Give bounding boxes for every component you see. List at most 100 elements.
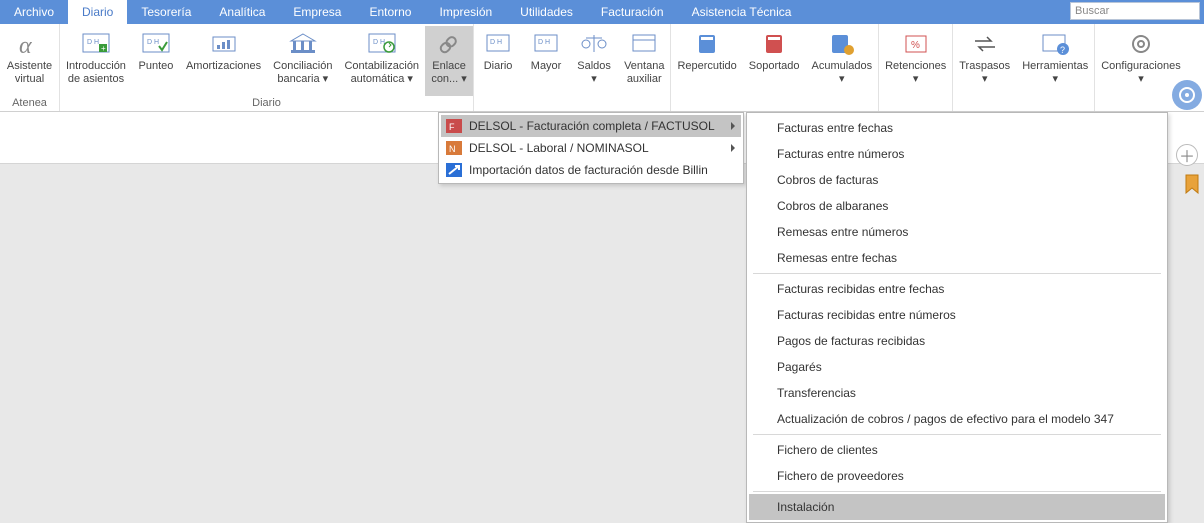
svg-text:D H: D H (490, 39, 502, 46)
submenu-item-label: Actualización de cobros / pagos de efect… (777, 412, 1114, 426)
svg-text:?: ? (1060, 45, 1065, 55)
billin-icon (445, 162, 463, 178)
group-diario-label: Diario (60, 96, 473, 111)
menu-billin[interactable]: Importación datos de facturación desde B… (441, 159, 741, 181)
tab-empresa[interactable]: Empresa (279, 0, 355, 24)
introduccion-asientos-button[interactable]: D H+ Introducción de asientos (60, 26, 132, 96)
submenu-item[interactable]: Facturas recibidas entre números (749, 302, 1165, 328)
ventana-label: Ventana auxiliar (624, 60, 664, 86)
search-input[interactable]: Buscar (1070, 2, 1200, 20)
tab-tesoreria[interactable]: Tesorería (127, 0, 205, 24)
tab-asistencia[interactable]: Asistencia Técnica (678, 0, 806, 24)
conciliacion-bancaria-button[interactable]: Conciliación bancaria ▾ (267, 26, 338, 96)
link-icon (433, 29, 465, 59)
chevron-right-icon (731, 144, 735, 152)
submenu-item[interactable]: Fichero de clientes (749, 437, 1165, 463)
submenu-item-label: Facturas recibidas entre fechas (777, 282, 944, 296)
menu-nominasol-label: DELSOL - Laboral / NOMINASOL (469, 141, 649, 155)
ribbon: α Asistente virtual Atenea D H+ Introduc… (0, 24, 1204, 112)
tab-facturacion[interactable]: Facturación (587, 0, 678, 24)
submenu-item-label: Remesas entre fechas (777, 251, 897, 265)
diario-label: Diario (484, 60, 513, 73)
submenu-item[interactable]: Pagarés (749, 354, 1165, 380)
bookmark-icon[interactable] (1184, 174, 1200, 197)
submenu-item[interactable]: Actualización de cobros / pagos de efect… (749, 406, 1165, 432)
book-gear-icon (826, 29, 858, 59)
svg-text:D H: D H (538, 39, 550, 46)
submenu-item-label: Transferencias (777, 386, 856, 400)
add-tab-button[interactable]: ＋ (1176, 144, 1198, 166)
submenu-item-label: Facturas entre números (777, 147, 904, 161)
submenu-item-label: Pagos de facturas recibidas (777, 334, 925, 348)
acumulados-button[interactable]: Acumulados ▾ (806, 26, 879, 96)
svg-text:N: N (449, 144, 456, 154)
assistant-bubble-icon[interactable] (1172, 80, 1202, 110)
submenu-item[interactable]: Remesas entre fechas (749, 245, 1165, 271)
soportado-button[interactable]: Soportado (743, 26, 806, 96)
group-atenea-label: Atenea (0, 96, 59, 111)
amortizaciones-label: Amortizaciones (186, 60, 261, 73)
transfer-icon (969, 29, 1001, 59)
submenu-item-label: Cobros de albaranes (777, 199, 888, 213)
submenu-item[interactable]: Facturas recibidas entre fechas (749, 276, 1165, 302)
group-iva-label (671, 96, 878, 111)
configuraciones-label: Configuraciones ▾ (1101, 60, 1181, 86)
repercutido-label: Repercutido (677, 60, 736, 73)
journal-refresh-icon: D H (366, 29, 398, 59)
journal-help-icon: ? (1039, 29, 1071, 59)
punteo-button[interactable]: D H Punteo (132, 26, 180, 96)
asistente-virtual-button[interactable]: α Asistente virtual (1, 26, 58, 96)
submenu-item[interactable]: Facturas entre números (749, 141, 1165, 167)
enlace-label: Enlace con... ▾ (431, 60, 466, 86)
retenciones-button[interactable]: % Retenciones ▾ (879, 26, 952, 96)
submenu-item[interactable]: Fichero de proveedores (749, 463, 1165, 489)
submenu-item[interactable]: Cobros de albaranes (749, 193, 1165, 219)
amortizaciones-button[interactable]: Amortizaciones (180, 26, 267, 96)
tab-entorno[interactable]: Entorno (355, 0, 425, 24)
mayor-button[interactable]: D H Mayor (522, 26, 570, 96)
diario-button[interactable]: D H Diario (474, 26, 522, 96)
submenu-item[interactable]: Remesas entre números (749, 219, 1165, 245)
group-ret-label (879, 96, 952, 111)
submenu-item[interactable]: Instalación (749, 494, 1165, 520)
tab-impresion[interactable]: Impresión (425, 0, 506, 24)
menu-factusol[interactable]: F DELSOL - Facturación completa / FACTUS… (441, 115, 741, 137)
group-consultas-label (474, 96, 670, 111)
content-area: ＋ F DELSOL - Facturación completa / FACT… (0, 112, 1204, 514)
acumulados-label: Acumulados ▾ (812, 60, 873, 86)
tab-archivo[interactable]: Archivo (0, 0, 68, 24)
submenu-item-label: Facturas recibidas entre números (777, 308, 956, 322)
contabilizacion-automatica-button[interactable]: D H Contabilización automática ▾ (338, 26, 425, 96)
amortization-icon (208, 29, 240, 59)
tab-utilidades[interactable]: Utilidades (506, 0, 587, 24)
alpha-icon: α (14, 29, 46, 59)
punteo-label: Punteo (139, 60, 174, 73)
saldos-button[interactable]: Saldos ▾ (570, 26, 618, 96)
submenu-item-label: Fichero de proveedores (777, 469, 904, 483)
enlace-con-button[interactable]: Enlace con... ▾ (425, 26, 473, 96)
ledger-icon: D H (530, 29, 562, 59)
submenu-item-label: Facturas entre fechas (777, 121, 893, 135)
svg-text:D H: D H (87, 39, 99, 46)
tab-analitica[interactable]: Analítica (205, 0, 279, 24)
traspasos-label: Traspasos ▾ (959, 60, 1010, 86)
enlace-con-menu: F DELSOL - Facturación completa / FACTUS… (438, 112, 744, 184)
retenciones-label: Retenciones ▾ (885, 60, 946, 86)
repercutido-button[interactable]: Repercutido (671, 26, 742, 96)
submenu-item[interactable]: Transferencias (749, 380, 1165, 406)
submenu-item[interactable]: Cobros de facturas (749, 167, 1165, 193)
configuraciones-button[interactable]: Configuraciones ▾ (1095, 26, 1187, 96)
submenu-item-label: Fichero de clientes (777, 443, 878, 457)
asistente-virtual-label: Asistente virtual (7, 60, 52, 86)
traspasos-button[interactable]: Traspasos ▾ (953, 26, 1016, 96)
saldos-label: Saldos ▾ (577, 60, 611, 86)
ventana-auxiliar-button[interactable]: Ventana auxiliar (618, 26, 670, 96)
herramientas-button[interactable]: ? Herramientas ▾ (1016, 26, 1094, 96)
submenu-item[interactable]: Pagos de facturas recibidas (749, 328, 1165, 354)
bank-icon (287, 29, 319, 59)
submenu-item[interactable]: Facturas entre fechas (749, 115, 1165, 141)
menu-nominasol[interactable]: N DELSOL - Laboral / NOMINASOL (441, 137, 741, 159)
group-utils-label (953, 96, 1094, 111)
introduccion-label: Introducción de asientos (66, 60, 126, 86)
tab-diario[interactable]: Diario (68, 0, 127, 24)
